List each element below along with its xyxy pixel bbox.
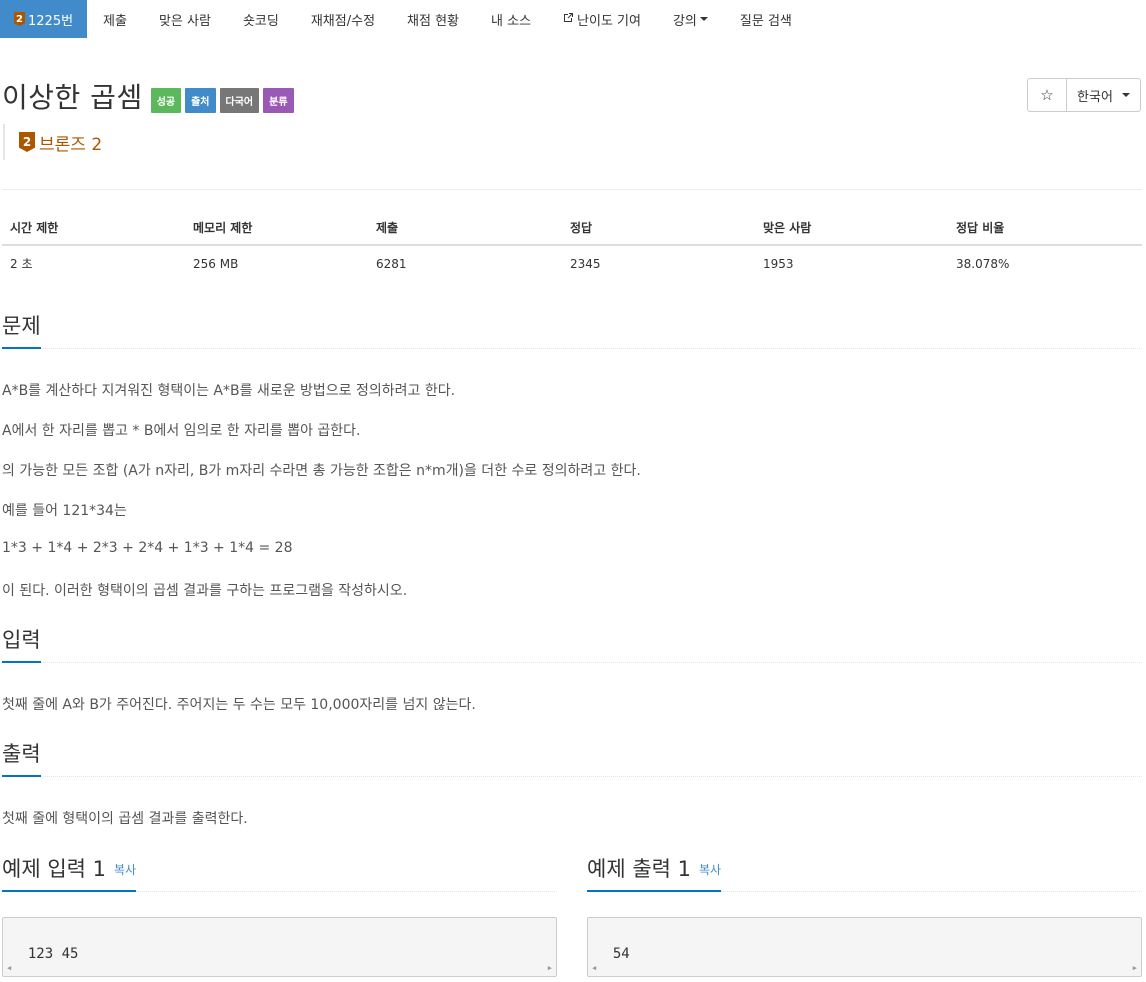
favorite-star-button[interactable]: ☆ xyxy=(1027,78,1067,112)
tab-lecture-dropdown[interactable]: 강의 xyxy=(657,0,724,38)
problem-info-table: 시간 제한 메모리 제한 제출 정답 맞은 사람 정답 비율 2 초 256 M… xyxy=(2,210,1142,281)
tab-difficulty-contribute[interactable]: 난이도 기여 xyxy=(547,0,657,38)
output-title: 출력 xyxy=(2,739,41,777)
header-memory-limit: 메모리 제한 xyxy=(185,210,368,246)
sample-output-heading: 예제 출력 1 복사 xyxy=(587,850,1142,892)
external-link-icon xyxy=(563,12,574,26)
tab-status[interactable]: 채점 현황 xyxy=(391,0,475,38)
sample-input-heading: 예제 입력 1 복사 xyxy=(2,850,557,892)
description-title: 문제 xyxy=(2,311,41,349)
divider xyxy=(2,189,1142,190)
label-classification[interactable]: 분류 xyxy=(263,87,294,113)
value-solved-users: 1953 xyxy=(763,256,794,271)
header-solved-users: 맞은 사람 xyxy=(755,210,948,246)
lecture-label: 강의 xyxy=(672,13,697,29)
input-paragraph: 첫째 줄에 A와 B가 주어진다. 주어지는 두 수는 모두 10,000자리를… xyxy=(2,697,476,713)
tab-short-coding[interactable]: 숏코딩 xyxy=(227,0,295,38)
caret-down-icon xyxy=(699,17,708,21)
label-success[interactable]: 성공 xyxy=(150,87,182,113)
top-navigation: 2 1225번 제출 맞은 사람 숏코딩 재채점/수정 채점 현황 내 소스 난… xyxy=(0,0,1146,38)
tab-problem-number[interactable]: 2 1225번 xyxy=(0,0,88,38)
description-paragraph: 의 가능한 모든 조합 (A가 n자리, B가 m자리 수라면 총 가능한 조합… xyxy=(2,463,641,479)
difficulty-contribute-label: 난이도 기여 xyxy=(577,13,641,29)
copy-sample-output-button[interactable]: 복사 xyxy=(699,863,721,877)
description-heading: 문제 xyxy=(2,311,1142,349)
header-submissions: 제출 xyxy=(368,210,562,246)
output-heading: 출력 xyxy=(2,739,1142,777)
star-icon: ☆ xyxy=(1040,86,1054,104)
language-label: 한국어 xyxy=(1077,89,1113,105)
tab-question-search[interactable]: 질문 검색 xyxy=(724,0,808,38)
tier-label[interactable]: 브론즈 2 xyxy=(39,130,102,155)
value-memory-limit: 256 MB xyxy=(193,256,239,271)
caret-down-icon xyxy=(1121,93,1130,97)
language-select-button[interactable]: 한국어 xyxy=(1067,78,1141,112)
table-header-row: 시간 제한 메모리 제한 제출 정답 맞은 사람 정답 비율 xyxy=(2,210,1142,246)
input-heading: 입력 xyxy=(2,625,1142,663)
label-multilang[interactable]: 다국어 xyxy=(219,87,260,113)
description-paragraph: 이 된다. 이러한 형택이의 곱셈 결과를 구하는 프로그램을 작성하시오. xyxy=(2,583,408,599)
sample-output-title-wrap: 예제 출력 1 복사 xyxy=(587,850,722,892)
table-row: 2 초 256 MB 6281 2345 1953 38.078% xyxy=(2,245,1142,281)
scroll-left-icon[interactable]: ◀ xyxy=(592,964,596,972)
problem-number-label: 1225번 xyxy=(28,13,74,29)
value-accepted: 2345 xyxy=(570,256,601,271)
tab-accepted-users[interactable]: 맞은 사람 xyxy=(143,0,227,38)
description-paragraph: A*B를 계산하다 지겨워진 형택이는 A*B를 새로운 방법으로 정의하려고 … xyxy=(2,383,456,399)
problem-title: 이상한 곱셈 xyxy=(2,81,143,114)
value-submissions: 6281 xyxy=(376,256,407,271)
tab-my-source[interactable]: 내 소스 xyxy=(475,0,547,38)
tab-rejudge[interactable]: 재채점/수정 xyxy=(295,0,391,38)
value-time-limit: 2 초 xyxy=(10,257,33,271)
scroll-left-icon[interactable]: ◀ xyxy=(7,964,11,972)
scroll-right-icon[interactable]: ▶ xyxy=(1133,964,1137,972)
value-accept-ratio: 38.078% xyxy=(956,256,1010,271)
tab-submit[interactable]: 제출 xyxy=(87,0,143,38)
input-title: 입력 xyxy=(2,625,41,663)
sample-output-box[interactable]: 54 ◀ ▶ xyxy=(587,917,1142,977)
header-accepted: 정답 xyxy=(562,210,755,246)
description-paragraph: A에서 한 자리를 뽑고 * B에서 임의로 한 자리를 뽑아 곱한다. xyxy=(2,423,361,439)
sample-input-title-wrap: 예제 입력 1 복사 xyxy=(2,850,137,892)
scroll-right-icon[interactable]: ▶ xyxy=(548,964,552,972)
copy-sample-input-button[interactable]: 복사 xyxy=(114,863,136,877)
problem-actions: ☆ 한국어 xyxy=(1027,78,1141,112)
problem-title-row: 이상한 곱셈 성공 출처 다국어 분류 xyxy=(2,76,294,116)
header-accept-ratio: 정답 비율 xyxy=(948,210,1142,246)
description-paragraph: 1*3 + 1*4 + 2*3 + 2*4 + 1*3 + 1*4 = 28 xyxy=(2,540,293,556)
description-paragraph: 예를 들어 121*34는 xyxy=(2,503,127,519)
label-source[interactable]: 출처 xyxy=(185,87,216,113)
header-time-limit: 시간 제한 xyxy=(2,210,185,246)
tier-block: 2 브론즈 2 xyxy=(3,124,102,160)
sample-output-title: 예제 출력 1 xyxy=(587,857,691,881)
horizontal-scrollbar[interactable]: ◀ ▶ xyxy=(3,960,556,976)
horizontal-scrollbar[interactable]: ◀ ▶ xyxy=(588,960,1141,976)
bronze-tier-icon: 2 xyxy=(19,132,35,152)
sample-input-box[interactable]: 123 45 ◀ ▶ xyxy=(2,917,557,977)
output-paragraph: 첫째 줄에 형택이의 곱셈 결과를 출력한다. xyxy=(2,811,248,827)
sample-input-title: 예제 입력 1 xyxy=(2,857,106,881)
bronze-tier-icon: 2 xyxy=(14,12,25,26)
